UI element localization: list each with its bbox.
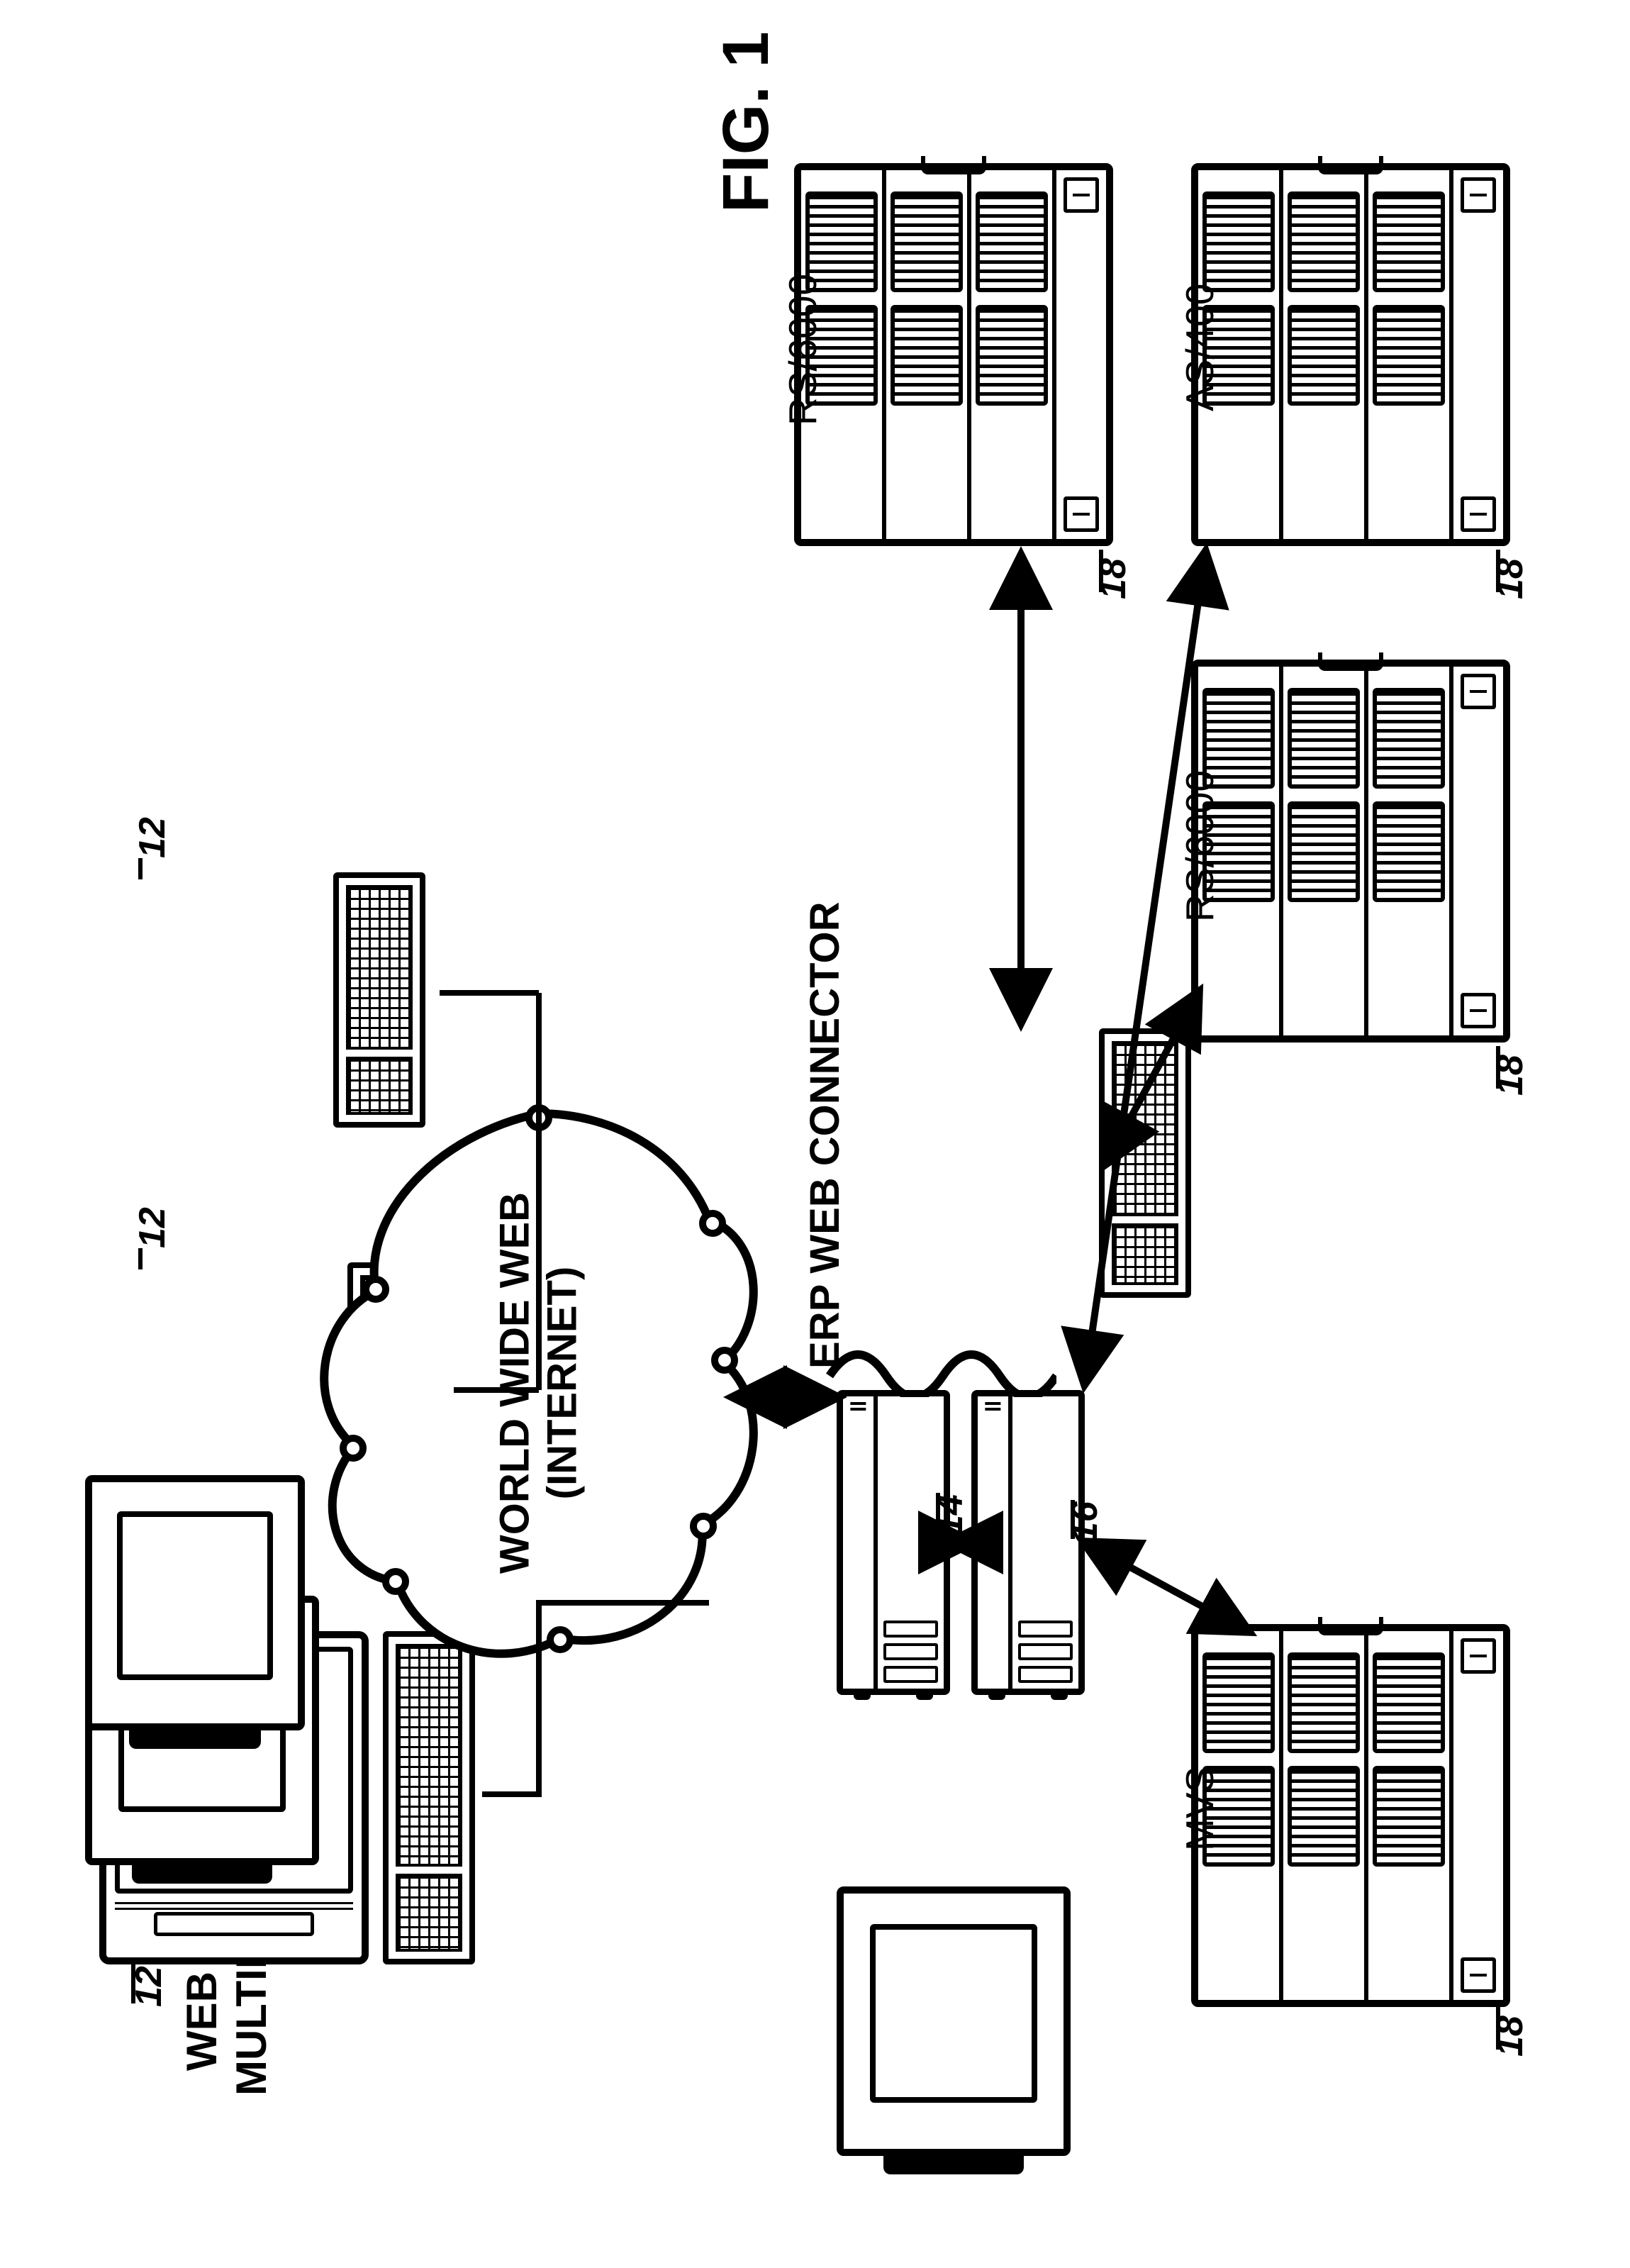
client-pc-2 xyxy=(85,1475,305,1730)
figure-title: FIG. 1 xyxy=(709,31,783,213)
client-mac-keyboard xyxy=(383,1631,475,1964)
server-as400-label: AS/400 xyxy=(1177,284,1222,411)
web-server-tower xyxy=(837,1390,950,1695)
ref-18-mvs: 18 xyxy=(1489,2016,1531,2057)
server-mvs xyxy=(1191,1624,1510,2007)
server-as400 xyxy=(1191,163,1510,546)
server-rs6000-b xyxy=(1191,660,1510,1043)
server-rs6000-b-label: RS/6000 xyxy=(1177,770,1222,922)
server-rs6000-a-label: RS/6000 xyxy=(780,274,825,426)
server-rs6000-a xyxy=(794,163,1113,546)
ref-18-as400: 18 xyxy=(1489,558,1531,599)
internet-cloud: WORLD WIDE WEB (INTERNET) xyxy=(312,1099,766,1667)
erp-workstation-monitor xyxy=(837,1886,1071,2156)
server-mvs-label: MVS xyxy=(1177,1767,1222,1851)
erp-label: ERP WEB CONNECTOR xyxy=(801,902,849,1369)
ref-12-pc2: 12 xyxy=(131,817,174,858)
ref-18-rs6000-b: 18 xyxy=(1489,1055,1531,1096)
erp-workstation-keyboard xyxy=(1099,1028,1191,1298)
cloud-line-1: WORLD WIDE WEB xyxy=(491,1192,537,1574)
ref-18-rs6000-a: 18 xyxy=(1092,558,1134,599)
cloud-line-2: (INTERNET) xyxy=(539,1267,585,1500)
ref-14: 14 xyxy=(929,1494,971,1535)
ref-12-pc1: 12 xyxy=(131,1207,174,1248)
client-pc-2-keyboard xyxy=(333,872,425,1128)
ref-16: 16 xyxy=(1064,1501,1106,1542)
erp-connector-tower xyxy=(971,1390,1085,1695)
